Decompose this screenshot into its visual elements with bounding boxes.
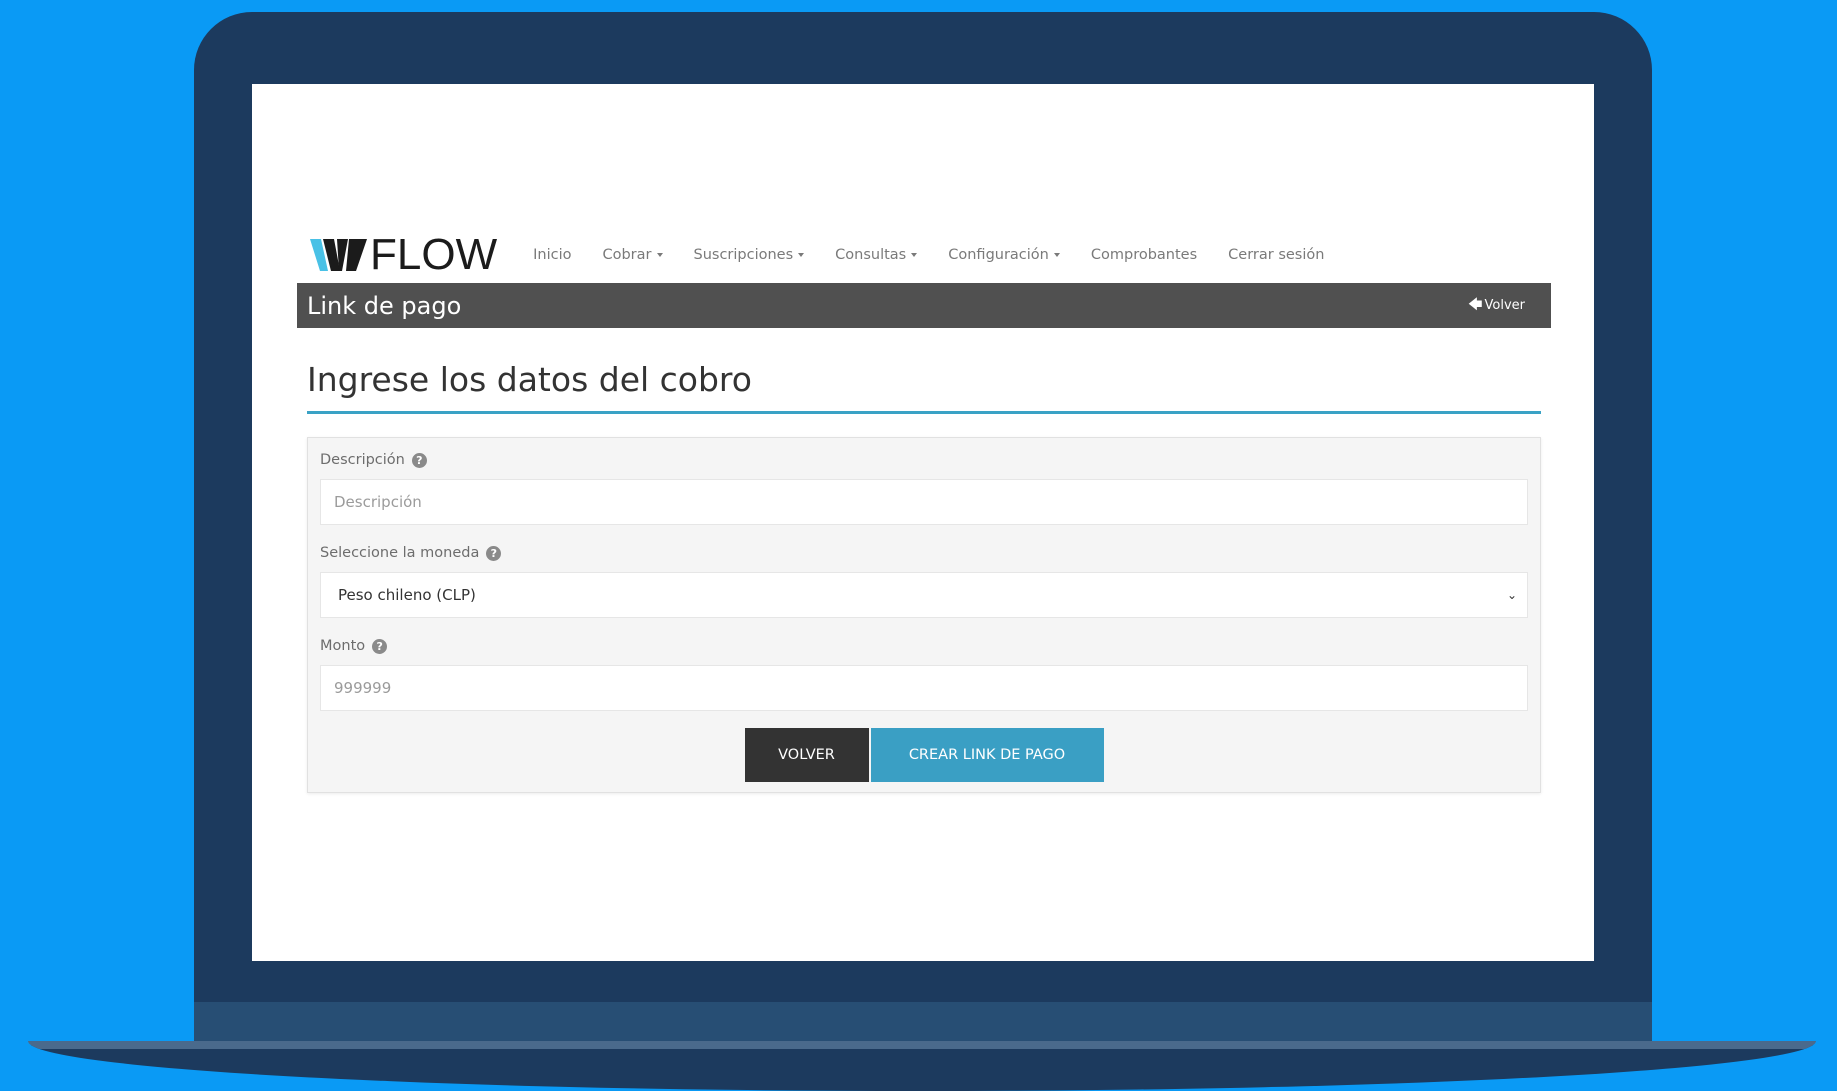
question-circle-icon[interactable]: ?: [372, 638, 388, 654]
form-actions: VOLVER CREAR LINK DE PAGO: [308, 728, 1540, 782]
page-title: Link de pago: [307, 291, 462, 320]
nav-item-label: Cobrar: [602, 247, 652, 263]
description-label-text: Descripción: [320, 452, 405, 468]
section-heading: Ingrese los datos del cobro: [307, 360, 752, 399]
page-titlebar: Link de pago 🡄 Volver: [297, 283, 1551, 328]
amount-input[interactable]: [320, 665, 1528, 711]
back-link-label: Volver: [1484, 298, 1526, 313]
nav-item-suscripciones[interactable]: Suscripciones: [694, 247, 805, 263]
section-divider: [307, 411, 1541, 414]
nav-item-label: Configuración: [948, 247, 1049, 263]
payment-link-form: Descripción ? Seleccione la moneda ? Pes…: [307, 437, 1541, 793]
question-circle-icon[interactable]: ?: [486, 545, 502, 561]
description-label: Descripción ?: [320, 452, 427, 468]
flow-logo-icon: [310, 239, 367, 271]
nav-item-cobrar[interactable]: Cobrar: [602, 247, 663, 263]
nav-item-label: Consultas: [835, 247, 907, 263]
question-circle-icon[interactable]: ?: [411, 452, 427, 468]
description-input[interactable]: [320, 479, 1528, 525]
nav-item-consultas[interactable]: Consultas: [835, 247, 918, 263]
chevron-down-icon: ⌄: [1506, 588, 1517, 602]
currency-select[interactable]: Peso chileno (CLP) ⌄: [320, 572, 1528, 618]
back-button[interactable]: VOLVER: [744, 728, 869, 782]
nav-item-label: Suscripciones: [693, 247, 794, 263]
laptop-chin: [194, 1002, 1652, 1044]
arrow-left-icon: 🡄: [1468, 296, 1483, 313]
nav-item-label: Comprobantes: [1090, 247, 1198, 263]
caret-down-icon: [798, 253, 805, 257]
amount-label: Monto ?: [320, 638, 388, 654]
nav-item-inicio[interactable]: Inicio: [533, 247, 571, 263]
laptop-screen: FLOW Inicio Cobrar Suscripciones Consult…: [252, 84, 1594, 961]
back-link[interactable]: 🡄 Volver: [1468, 294, 1525, 318]
caret-down-icon: [656, 253, 663, 257]
laptop-base: [28, 1041, 1816, 1091]
nav-item-configuracion[interactable]: Configuración: [948, 247, 1060, 263]
currency-label: Seleccione la moneda ?: [320, 545, 502, 561]
create-payment-link-button[interactable]: CREAR LINK DE PAGO: [870, 728, 1104, 782]
caret-down-icon: [911, 253, 918, 257]
currency-label-text: Seleccione la moneda: [320, 545, 480, 561]
flow-logo[interactable]: FLOW: [310, 233, 497, 277]
nav-item-cerrar-sesion[interactable]: Cerrar sesión: [1228, 247, 1324, 263]
nav-item-label: Cerrar sesión: [1228, 247, 1325, 263]
amount-label-text: Monto: [320, 638, 366, 654]
caret-down-icon: [1053, 253, 1060, 257]
nav-item-comprobantes[interactable]: Comprobantes: [1091, 247, 1197, 263]
top-navigation: FLOW Inicio Cobrar Suscripciones Consult…: [310, 230, 1324, 280]
flow-logo-text: FLOW: [370, 230, 498, 279]
currency-selected-value: Peso chileno (CLP): [338, 586, 476, 604]
nav-item-label: Inicio: [533, 247, 572, 263]
